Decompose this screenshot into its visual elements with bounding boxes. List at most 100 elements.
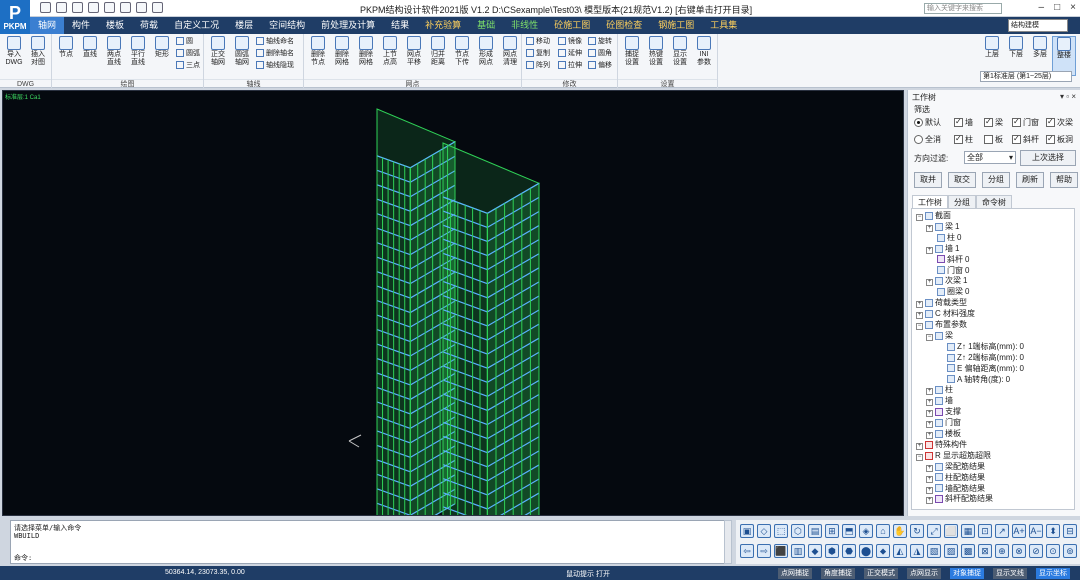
maximize-button[interactable]: □ [1054,2,1060,13]
axis-name-button[interactable]: 轴线命名 [256,36,294,47]
tree-node[interactable]: A 轴转角(度): 0 [936,375,1010,385]
status-toggle-button[interactable]: 点网捕捉 [778,568,812,579]
merge-distance-button[interactable]: 归并 距离 [426,36,450,76]
tree-node[interactable]: − 梁 [926,331,955,341]
open-file-icon[interactable] [56,2,67,13]
tree-node[interactable]: 圈梁 0 [926,287,969,297]
collapse-icon[interactable]: − [926,333,933,341]
mirror-button[interactable]: 镜像 [558,36,582,47]
tab-group[interactable]: 分组 [948,195,976,209]
delete-grid-button[interactable]: 删除 网格 [330,36,354,76]
refresh-button[interactable]: 刷新 [1016,172,1044,188]
expand-icon[interactable]: + [926,475,933,483]
tree-node[interactable]: + 门窗 [926,418,963,429]
floor-select[interactable]: 第1标准层 (第1~25层) [980,71,1072,82]
menu-tab-13[interactable]: 砼图检查 [598,17,650,34]
view-tool-icon[interactable]: A− [1029,524,1043,538]
status-toggle-button[interactable]: 点网显示 [907,568,941,579]
view-tool-icon[interactable]: ▨ [944,544,958,558]
view-tool-icon[interactable]: ⬍ [1046,524,1060,538]
tree-node[interactable]: − R 显示超筋超限 [916,451,993,461]
check-slab-hole-box[interactable] [1046,134,1055,144]
tree-node[interactable]: + 次梁 1 [926,276,967,287]
move-button[interactable]: 移动 [526,36,550,47]
menu-tab-4[interactable]: 自定义工况 [166,17,227,34]
view-tool-icon[interactable]: ▥ [791,544,805,558]
parallel-line-button[interactable]: 平行 直线 [126,36,150,76]
save-as-icon[interactable] [88,2,99,13]
expand-icon[interactable]: + [916,301,923,309]
tree-node[interactable]: 斜杆 0 [926,255,969,265]
check-slab-hole[interactable]: 板洞 [1046,134,1073,145]
view-tool-icon[interactable]: ⊡ [978,524,992,538]
tree-node[interactable]: Z↑ 1端标高(mm): 0 [936,342,1024,352]
delete-node-button[interactable]: 删除 节点 [306,36,330,76]
view-tool-icon[interactable]: ↗ [995,524,1009,538]
node-elevation-button[interactable]: 上节 点高 [378,36,402,76]
expand-icon[interactable]: + [926,421,933,429]
radio-default[interactable]: 默认 [914,117,941,128]
expand-icon[interactable]: + [926,464,933,472]
menu-tab-8[interactable]: 结果 [383,17,417,34]
view-tool-icon[interactable]: ⊗ [1012,544,1026,558]
expand-icon[interactable]: + [916,442,923,450]
copy-button[interactable]: 复制 [526,48,550,59]
collapse-icon[interactable]: − [916,323,923,330]
delete-grid-2-button[interactable]: 删除 网格 [354,36,378,76]
view-tool-icon[interactable]: ⇦ [740,544,754,558]
tree-node[interactable]: Z↑ 2端标高(mm): 0 [936,353,1024,363]
check-wall[interactable]: 墙 [954,117,973,128]
view-tool-icon[interactable]: ⌂ [876,524,890,538]
grid-move-button[interactable]: 网点 平移 [402,36,426,76]
array-button[interactable]: 阵列 [526,60,550,71]
check-column-box[interactable] [954,134,963,144]
mode-select[interactable]: 结构建模 [1008,19,1068,32]
offset-button[interactable]: 偏移 [588,60,612,71]
check-secondary-beam-box[interactable] [1046,117,1055,127]
check-slab-box[interactable] [984,135,993,144]
view-tool-icon[interactable]: ⊘ [1029,544,1043,558]
radio-clear-dot[interactable] [914,135,923,144]
export-icon[interactable] [120,2,131,13]
view-tool-icon[interactable]: ⊞ [825,524,839,538]
menu-tab-9[interactable]: 补充验算 [417,17,469,34]
expand-icon[interactable]: + [926,399,933,407]
intersect-button[interactable]: 取交 [948,172,976,188]
tab-work-tree[interactable]: 工作树 [912,195,948,209]
status-toggle-button[interactable]: 显示叉线 [993,568,1027,579]
collapse-icon[interactable]: − [916,214,923,221]
tree-node[interactable]: + 墙 [926,396,955,407]
view-tool-icon[interactable]: ▣ [740,524,754,538]
tree-node[interactable]: + C 材料强度 [916,309,977,320]
arc-grid-button[interactable]: 圆弧 轴网 [230,36,254,76]
tree-node[interactable]: + 梁 1 [926,222,959,232]
view-tool-icon[interactable]: ▩ [961,544,975,558]
menu-tab-15[interactable]: 工具集 [702,17,745,34]
view-tool-icon[interactable]: ⬡ [791,524,805,538]
view-tool-icon[interactable]: ⬜ [944,524,958,538]
form-grid-button[interactable]: 形成 网点 [474,36,498,76]
radio-default-dot[interactable] [914,118,923,127]
view-tool-icon[interactable]: A+ [1012,524,1026,538]
save-icon[interactable] [72,2,83,13]
check-door-window-box[interactable] [1012,117,1021,127]
view-tool-icon[interactable]: ⬚ [774,524,788,538]
ini-params-button[interactable]: INI 参数 [692,36,716,76]
minimize-button[interactable]: – [1039,2,1045,13]
grid-cleanup-button[interactable]: 网点 清理 [498,36,522,76]
menu-tab-12[interactable]: 砼施工图 [546,17,598,34]
view-tool-icon[interactable]: ▤ [808,524,822,538]
status-toggle-button[interactable]: 对象捕捉 [950,568,984,579]
line-button[interactable]: 直线 [78,36,102,76]
arc-button[interactable]: 圆弧 [176,48,200,59]
node-pass-down-button[interactable]: 节点 下传 [450,36,474,76]
close-button[interactable]: × [1070,2,1076,13]
delete-axis-name-button[interactable]: 删除轴名 [256,48,294,59]
view-tool-icon[interactable]: ✋ [893,524,907,538]
collapse-icon[interactable]: − [916,453,923,461]
floor-down-button[interactable]: 下层 [1004,36,1028,76]
union-button[interactable]: 取并 [914,172,942,188]
two-point-line-button[interactable]: 两点 直线 [102,36,126,76]
command-window[interactable]: 请选择菜单/输入命令 WBUILD 命令: [10,520,730,564]
tree-node[interactable]: + 柱配筋结果 [926,473,987,483]
